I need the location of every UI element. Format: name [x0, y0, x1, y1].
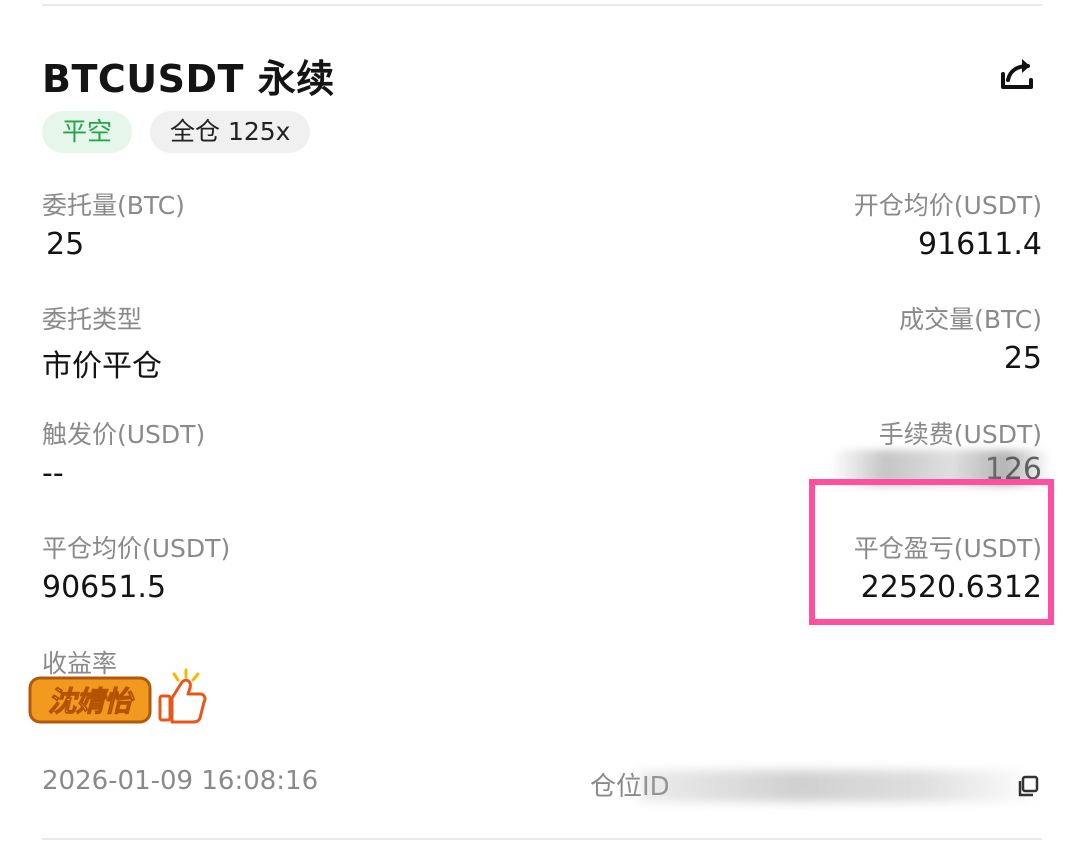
fee-label: 手续费(USDT) [878, 420, 1042, 449]
open-avg-price-label: 开仓均价(USDT) [853, 191, 1042, 220]
bottom-divider [42, 838, 1042, 840]
trigger-price-value: -- [42, 456, 64, 491]
order-qty-value: 25 [46, 227, 85, 262]
close-avg-price-value: 90651.5 [42, 570, 167, 605]
filled-qty-label: 成交量(BTC) [899, 305, 1042, 334]
share-button[interactable] [996, 52, 1040, 96]
copy-icon [1018, 775, 1039, 797]
trade-detail-card: BTCUSDT 永续 平空 全仓 125x 委托量(BTC) 25 开仓均价(U… [0, 0, 1084, 843]
order-type-value: 市价平仓 [42, 349, 162, 384]
margin-leverage-tag: 全仓 125x [150, 111, 311, 153]
order-type-label: 委托类型 [42, 305, 143, 334]
timestamp: 2026-01-09 16:08:16 [42, 766, 319, 796]
order-qty-label: 委托量(BTC) [42, 191, 185, 220]
trigger-price-label: 触发价(USDT) [42, 420, 206, 449]
close-short-tag: 平空 [42, 111, 133, 153]
top-divider [42, 4, 1042, 6]
copy-button[interactable] [1016, 774, 1040, 798]
name-sticker: 沈婧怡 [28, 668, 218, 728]
open-avg-price-value: 91611.4 [917, 227, 1042, 262]
filled-qty-value: 25 [1003, 341, 1042, 376]
share-icon [1001, 59, 1033, 89]
close-avg-price-label: 平仓均价(USDT) [42, 534, 231, 563]
position-id-redaction [640, 770, 1040, 802]
thumbs-up-icon [158, 668, 207, 724]
page-title: BTCUSDT 永续 [42, 57, 335, 101]
sticker-text: 沈婧怡 [48, 685, 135, 718]
pnl-highlight-box [809, 479, 1054, 625]
